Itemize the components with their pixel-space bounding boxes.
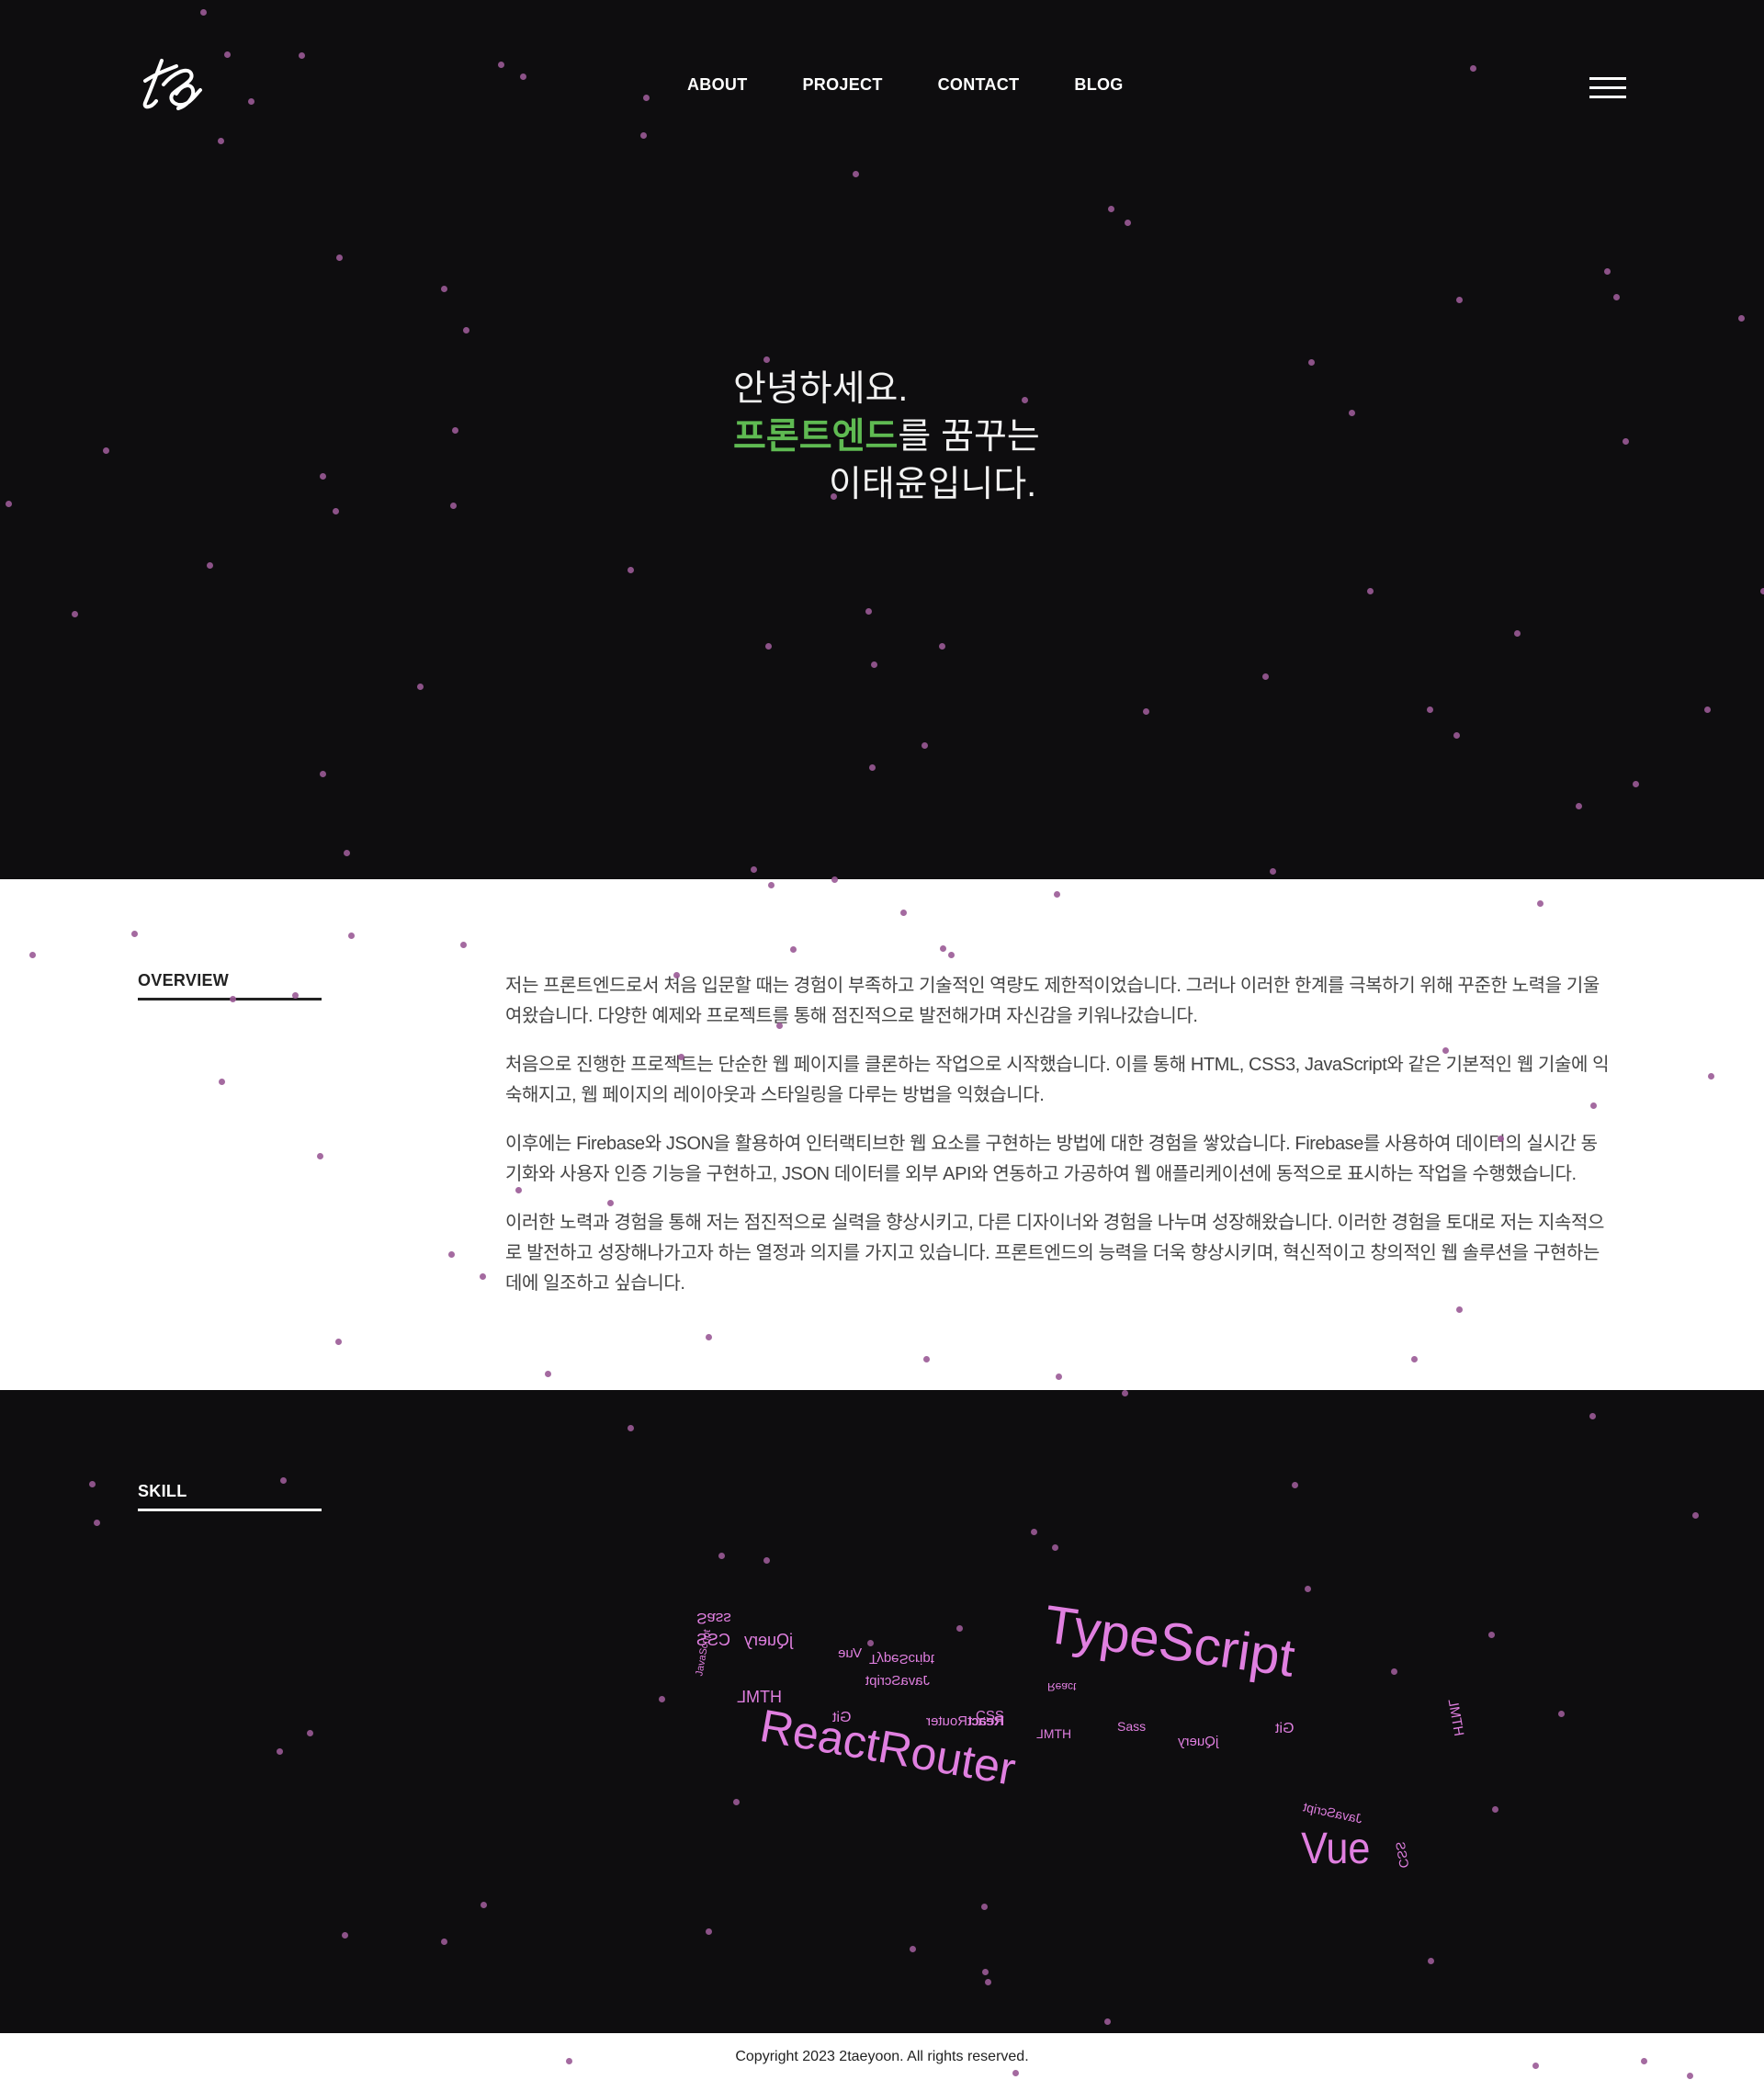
skill-tag: jQuery bbox=[744, 1631, 794, 1649]
main-nav: ABOUT PROJECT CONTACT BLOG bbox=[687, 75, 1124, 95]
skill-tag: HTML bbox=[1036, 1726, 1072, 1741]
skill-tag: CSS bbox=[1393, 1840, 1412, 1870]
skill-tag: TypeScript bbox=[869, 1651, 934, 1667]
skill-tag: Vue bbox=[1301, 1825, 1371, 1873]
overview-paragraph: 이러한 노력과 경험을 통해 저는 점진적으로 실력을 향상시키고, 다른 디자… bbox=[505, 1213, 1604, 1294]
hero-accent-word: 프론트엔드 bbox=[733, 417, 899, 457]
overview-paragraph: 처음으로 진행한 프로젝트는 단순한 웹 페이지를 클론하는 작업으로 시작했습… bbox=[505, 1055, 1610, 1105]
skill-tag: JavaScript bbox=[1302, 1799, 1364, 1826]
hero-line-1: 안녕하세요. bbox=[733, 369, 909, 409]
skill-tag: TypeScript bbox=[1040, 1594, 1299, 1689]
hamburger-menu-icon[interactable] bbox=[1589, 77, 1626, 99]
overview-body: 저는 프론트엔드로서 처음 입문할 때는 경험이 부족하고 기술적인 역량도 제… bbox=[505, 971, 1612, 1317]
skill-tag-cloud: Sass CSS jQuery Vue TypeScript JavaScrip… bbox=[0, 1390, 1764, 2033]
nav-blog[interactable]: BLOG bbox=[1074, 75, 1123, 95]
skill-tag: Sass bbox=[1117, 1719, 1147, 1734]
skill-section: SKILL Sass CSS jQuery Vue TypeScript Jav… bbox=[0, 1390, 1764, 2033]
site-footer: Copyright 2023 2taeyoon. All rights rese… bbox=[0, 2033, 1764, 2080]
logo-icon[interactable] bbox=[136, 57, 204, 112]
nav-project[interactable]: PROJECT bbox=[803, 75, 883, 95]
skill-tag: React bbox=[1047, 1680, 1077, 1693]
skill-tag: jQuery bbox=[1178, 1734, 1219, 1749]
overview-title: OVERVIEW bbox=[138, 971, 322, 1000]
skill-tag: JavaScript bbox=[865, 1673, 931, 1689]
skill-tag: Sass bbox=[696, 1610, 731, 1627]
skill-tag: Git bbox=[1275, 1721, 1295, 1736]
hero-line-3: 이태윤입니다. bbox=[829, 465, 1037, 504]
overview-paragraph: 저는 프론트엔드로서 처음 입문할 때는 경험이 부족하고 기술적인 역량도 제… bbox=[505, 976, 1600, 1026]
hero-line-2-rest: 를 꿈꾸는 bbox=[898, 417, 1040, 457]
skill-tag: Vue bbox=[838, 1645, 863, 1661]
skill-tag: CSS bbox=[976, 1708, 1004, 1724]
copyright-text: Copyright 2023 2taeyoon. All rights rese… bbox=[735, 2049, 1029, 2064]
hero-greeting: 안녕하세요. 프론트엔드를 꿈꾸는 이태윤입니다. bbox=[733, 366, 1040, 509]
overview-section: OVERVIEW 저는 프론트엔드로서 처음 입문할 때는 경험이 부족하고 기… bbox=[0, 879, 1764, 1390]
overview-paragraph: 이후에는 Firebase와 JSON을 활용하여 인터랙티브한 웹 요소를 구… bbox=[505, 1134, 1598, 1184]
site-header: ABOUT PROJECT CONTACT BLOG bbox=[0, 0, 1764, 175]
nav-contact[interactable]: CONTACT bbox=[938, 75, 1020, 95]
hero-line-2: 프론트엔드를 꿈꾸는 bbox=[733, 413, 1040, 461]
skill-tag: HTML bbox=[1444, 1697, 1467, 1738]
nav-about[interactable]: ABOUT bbox=[687, 75, 748, 95]
